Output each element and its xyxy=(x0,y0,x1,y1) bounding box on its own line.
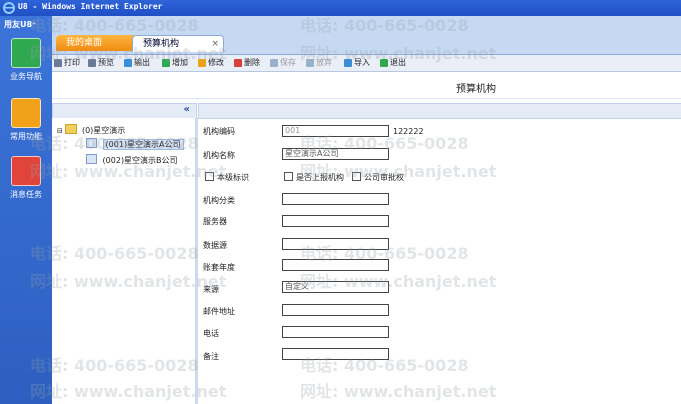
code-label: 机构编码 xyxy=(203,127,235,136)
org-icon xyxy=(86,154,97,164)
edit-icon xyxy=(198,59,206,67)
discard-icon xyxy=(306,59,314,67)
save-label: 保存 xyxy=(280,58,296,67)
window-titlebar: U8 - Windows Internet Explorer xyxy=(0,0,681,16)
export-label: 输出 xyxy=(134,58,150,67)
exit-icon xyxy=(380,59,388,67)
checkbox-icon xyxy=(352,172,361,181)
preview-button[interactable]: 预览 xyxy=(88,57,114,69)
add-label: 增加 xyxy=(172,58,188,67)
save-icon xyxy=(270,59,278,67)
discard-button[interactable]: 放弃 xyxy=(306,57,332,69)
org-icon xyxy=(86,138,97,148)
tab-budget-org[interactable]: 预算机构 × xyxy=(132,35,224,52)
task-icon xyxy=(11,156,41,186)
server-label: 服务器 xyxy=(203,217,227,226)
add-icon xyxy=(162,59,170,67)
left-nav-bar: 用友U8⁺ 业务导航 常用功能 消息任务 xyxy=(0,16,52,404)
toolbar: 打印 预览 输出 增加 修改 删除 保存 放弃 导入 退出 xyxy=(52,55,681,72)
folder-icon xyxy=(65,124,78,134)
watermark-site: 网址: www.chanjet.net xyxy=(300,382,497,401)
year-field[interactable] xyxy=(282,259,389,271)
name-label: 机构名称 xyxy=(203,151,235,160)
self-level-label: 本级标识 xyxy=(217,173,249,182)
tree-node-root[interactable]: ⊟ (0)星空演示 xyxy=(57,124,125,136)
org-tree: ⊟ (0)星空演示 (001)星空演示A公司 (002)星空演示B公司 xyxy=(52,118,198,404)
brand-logo: 用友U8⁺ xyxy=(4,20,37,29)
delete-button[interactable]: 删除 xyxy=(234,57,260,69)
print-button[interactable]: 打印 xyxy=(54,57,80,69)
category-label: 机构分类 xyxy=(203,196,235,205)
delete-label: 删除 xyxy=(244,58,260,67)
source-field[interactable]: 自定义 xyxy=(282,281,389,293)
note-field[interactable] xyxy=(282,348,389,360)
print-icon xyxy=(54,59,62,67)
year-label: 账套年度 xyxy=(203,263,235,272)
tree-expand-icon[interactable]: ⊟ xyxy=(57,127,63,135)
tree-node-child-b-label: (002)星空演示B公司 xyxy=(102,156,178,165)
mail-label: 邮件地址 xyxy=(203,307,235,316)
datasource-label: 数据源 xyxy=(203,241,227,250)
mail-field[interactable] xyxy=(282,304,389,316)
checkbox-icon xyxy=(205,172,214,181)
preview-icon xyxy=(88,59,96,67)
server-field[interactable] xyxy=(282,215,389,227)
print-label: 打印 xyxy=(64,58,80,67)
ie-icon xyxy=(3,2,15,14)
checkbox-icon xyxy=(284,172,293,181)
tab-budget-org-label: 预算机构 xyxy=(143,39,180,49)
note-label: 备注 xyxy=(203,352,219,361)
self-level-checkbox[interactable]: 本级标识 xyxy=(205,172,249,183)
nav-common[interactable]: 常用功能 xyxy=(0,98,52,142)
window-title: U8 - Windows Internet Explorer xyxy=(18,2,163,11)
approval-label: 公司审批权 xyxy=(364,173,404,182)
nav-business-label: 业务导航 xyxy=(10,72,42,81)
page-header: 预算机构 xyxy=(52,72,681,99)
import-button[interactable]: 导入 xyxy=(344,57,370,69)
nav-common-label: 常用功能 xyxy=(10,132,42,141)
exit-label: 退出 xyxy=(390,58,406,67)
discard-label: 放弃 xyxy=(316,58,332,67)
phone-field[interactable] xyxy=(282,326,389,338)
star-icon xyxy=(11,98,41,128)
tab-bar: 我的桌面 预算机构 × xyxy=(52,16,681,55)
form-header xyxy=(198,103,681,119)
approval-checkbox[interactable]: 公司审批权 xyxy=(352,172,404,183)
nav-messages[interactable]: 消息任务 xyxy=(0,156,52,200)
phone-label: 电话 xyxy=(203,329,219,338)
business-nav-icon xyxy=(11,38,41,68)
exit-button[interactable]: 退出 xyxy=(380,57,406,69)
tree-node-child-a[interactable]: (001)星空演示A公司 xyxy=(86,138,184,150)
import-icon xyxy=(344,59,352,67)
tab-desktop[interactable]: 我的桌面 xyxy=(56,35,138,51)
category-field[interactable] xyxy=(282,193,389,205)
tree-header: « xyxy=(52,103,197,119)
preview-label: 预览 xyxy=(98,58,114,67)
edit-label: 修改 xyxy=(208,58,224,67)
datasource-field[interactable] xyxy=(282,238,389,250)
name-field[interactable]: 星空演示A公司 xyxy=(282,148,389,160)
source-label: 来源 xyxy=(203,285,219,294)
code-field[interactable]: 001 xyxy=(282,125,389,137)
page-title: 预算机构 xyxy=(456,84,496,95)
tree-node-root-label: (0)星空演示 xyxy=(81,126,126,135)
export-button[interactable]: 输出 xyxy=(124,57,150,69)
tree-node-child-b[interactable]: (002)星空演示B公司 xyxy=(86,154,178,166)
close-icon[interactable]: × xyxy=(211,36,219,52)
import-label: 导入 xyxy=(354,58,370,67)
add-button[interactable]: 增加 xyxy=(162,57,188,69)
tree-node-child-a-label: (001)星空演示A公司 xyxy=(102,139,184,150)
save-button[interactable]: 保存 xyxy=(270,57,296,69)
collapse-panel-icon[interactable]: « xyxy=(184,104,190,115)
report-org-checkbox[interactable]: 是否上报机构 xyxy=(284,172,344,183)
report-org-label: 是否上报机构 xyxy=(296,173,344,182)
extra-code: 122222 xyxy=(393,127,424,136)
edit-button[interactable]: 修改 xyxy=(198,57,224,69)
export-icon xyxy=(124,59,132,67)
delete-icon xyxy=(234,59,242,67)
nav-messages-label: 消息任务 xyxy=(10,190,42,199)
nav-business[interactable]: 业务导航 xyxy=(0,38,52,82)
